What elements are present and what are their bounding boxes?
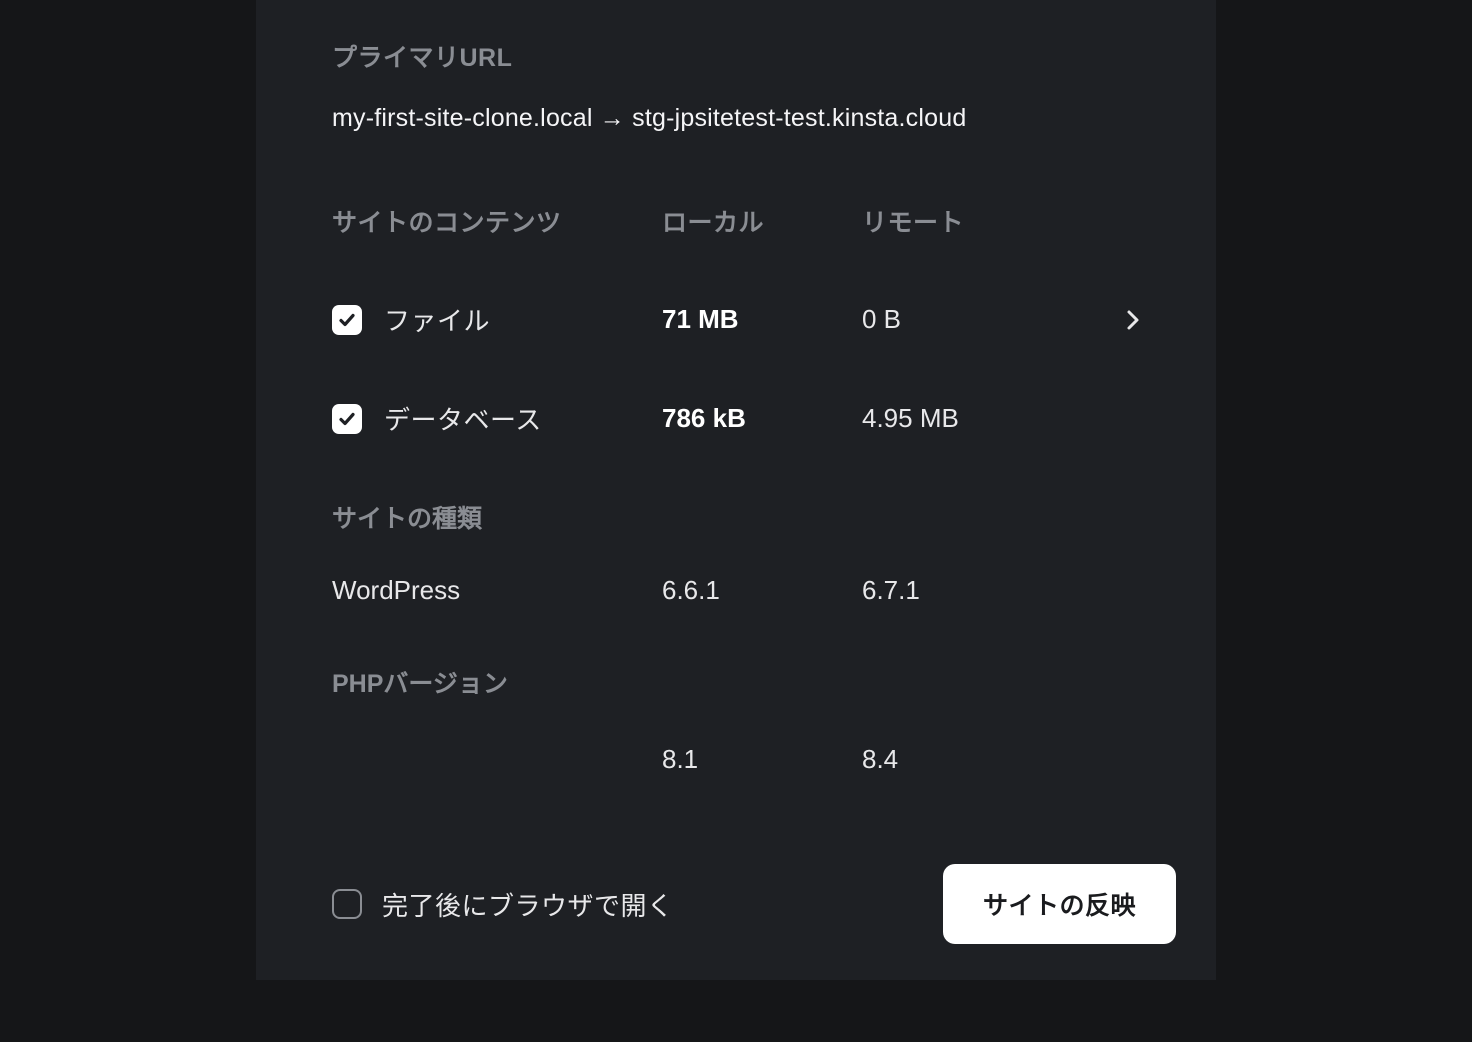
content-header-row: サイトのコンテンツ ローカル リモート [332, 203, 1140, 239]
site-type-remote: 6.7.1 [862, 575, 1100, 606]
primary-url-label: プライマリURL [332, 38, 1140, 74]
open-browser-label: 完了後にブラウザで開く [382, 886, 674, 923]
database-local-size: 786 kB [662, 403, 862, 434]
remote-url: stg-jpsitetest-test.kinsta.cloud [632, 104, 966, 132]
database-remote-size: 4.95 MB [862, 403, 1100, 434]
php-version-row: 8.1 8.4 [332, 744, 1140, 775]
footer-bar: 完了後にブラウザで開く サイトの反映 [332, 864, 1176, 944]
php-local: 8.1 [662, 744, 862, 775]
push-site-button[interactable]: サイトの反映 [943, 864, 1176, 944]
site-type-row: WordPress 6.6.1 6.7.1 [332, 575, 1140, 606]
site-type-label: サイトの種類 [332, 499, 1140, 535]
files-label: ファイル [384, 301, 490, 338]
push-panel: プライマリURL my-first-site-clone.local → stg… [256, 0, 1216, 980]
files-remote-size: 0 B [862, 304, 1100, 335]
header-local: ローカル [662, 203, 862, 239]
files-checkbox[interactable] [332, 305, 362, 335]
files-local-size: 71 MB [662, 304, 862, 335]
files-expand-button[interactable] [1100, 309, 1140, 331]
files-row: ファイル 71 MB 0 B [332, 301, 1140, 338]
primary-url-value: my-first-site-clone.local → stg-jpsitete… [332, 104, 1140, 133]
site-type-name: WordPress [332, 575, 662, 606]
database-label: データベース [384, 400, 542, 437]
php-remote: 8.4 [862, 744, 1100, 775]
php-version-label: PHPバージョン [332, 664, 1140, 700]
arrow-icon: → [600, 104, 625, 132]
header-remote: リモート [862, 203, 1100, 239]
database-checkbox[interactable] [332, 404, 362, 434]
open-browser-checkbox[interactable] [332, 889, 362, 919]
site-type-local: 6.6.1 [662, 575, 862, 606]
open-browser-option: 完了後にブラウザで開く [332, 886, 674, 923]
local-url: my-first-site-clone.local [332, 104, 593, 132]
database-row: データベース 786 kB 4.95 MB [332, 400, 1140, 437]
header-content: サイトのコンテンツ [332, 203, 662, 239]
